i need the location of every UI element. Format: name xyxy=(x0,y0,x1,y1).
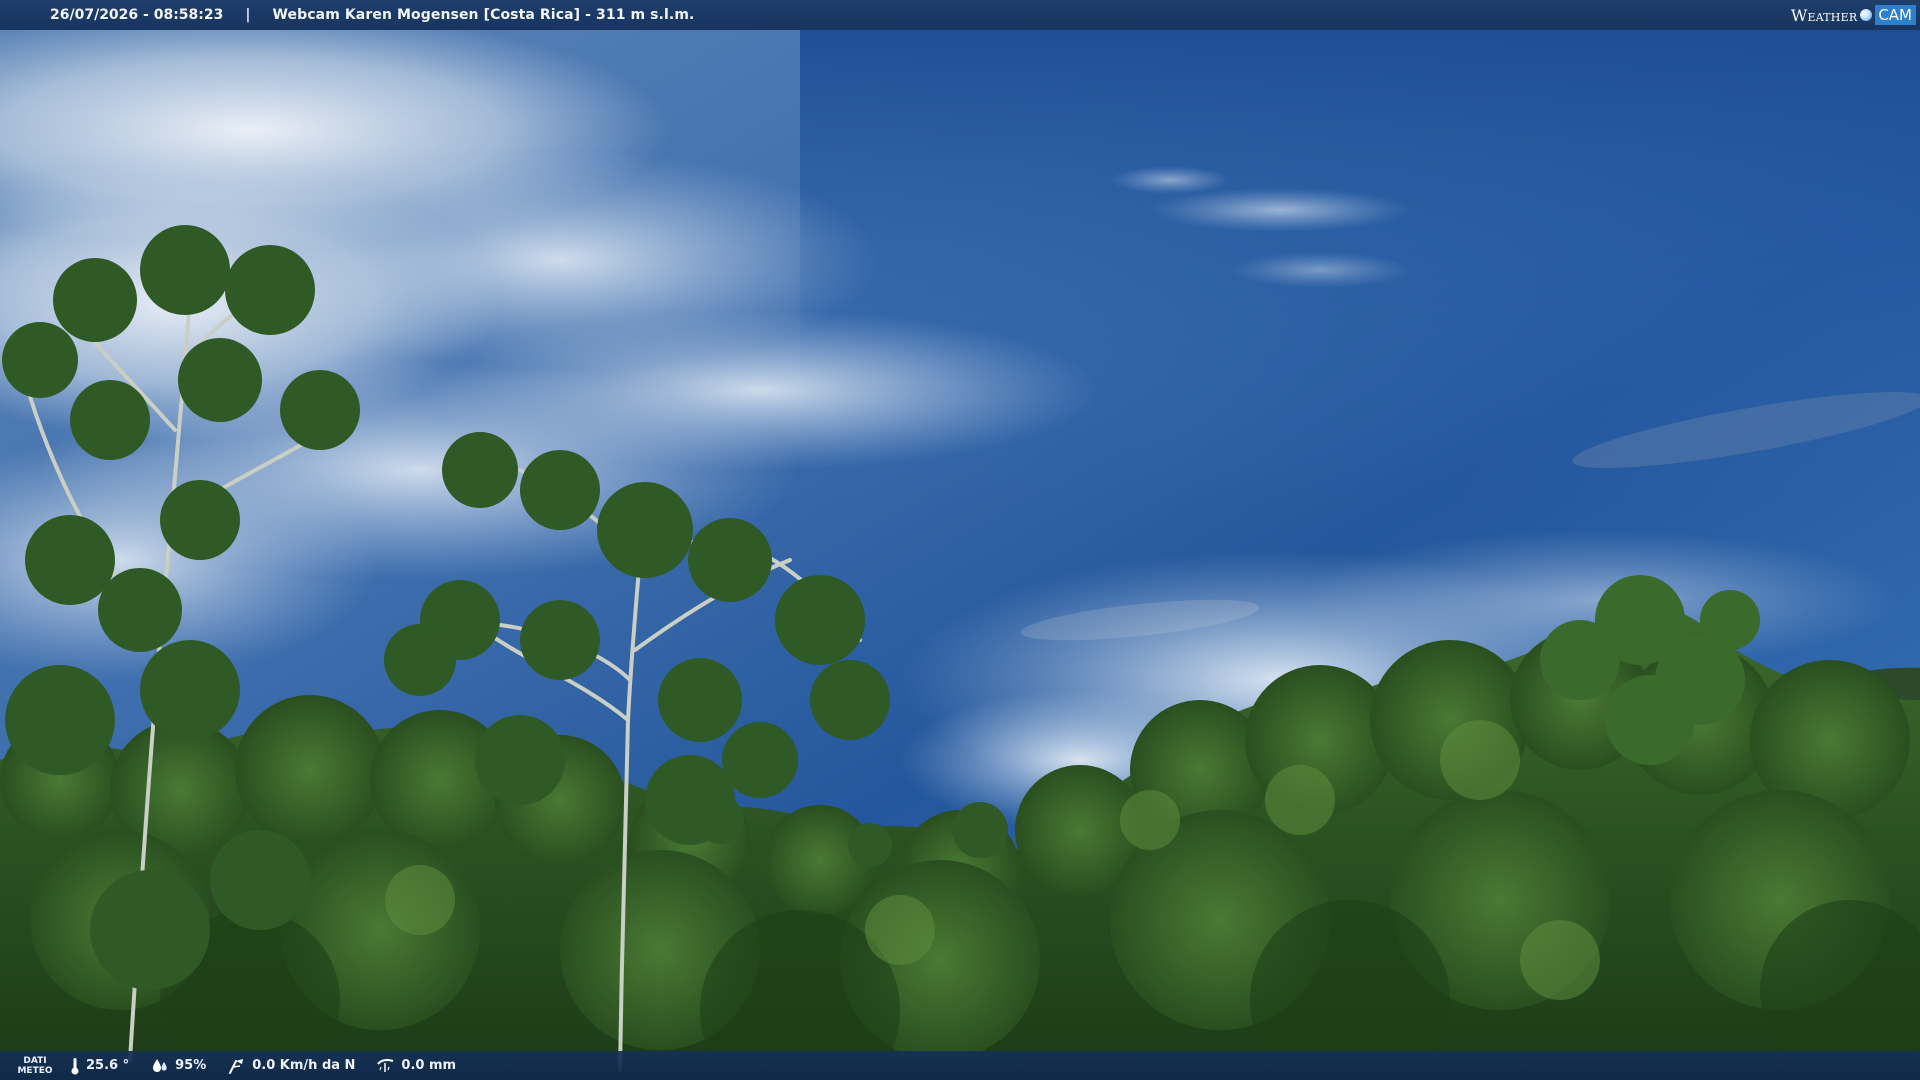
rain-reading: 0.0 mm xyxy=(377,1058,456,1074)
wind-icon xyxy=(229,1058,244,1074)
rain-gauge-icon xyxy=(377,1058,394,1072)
logo-weather-text: Weather xyxy=(1790,5,1858,25)
webcam-image xyxy=(0,0,1920,1080)
humidity-reading: 95% xyxy=(151,1058,206,1074)
humidity-value: 95% xyxy=(175,1058,207,1073)
wind-reading: 0.0 Km/h da N xyxy=(228,1058,355,1074)
logo-globe-icon xyxy=(1860,9,1873,21)
webcam-title: Webcam Karen Mogensen [Costa Rica] - 311… xyxy=(272,7,695,23)
separator: | xyxy=(245,7,251,23)
weathercam-logo: Weather CAM xyxy=(1791,3,1916,27)
logo-cam-text: CAM xyxy=(1875,5,1916,25)
humidity-drops-icon xyxy=(153,1058,167,1072)
rain-value: 0.0 mm xyxy=(401,1058,457,1073)
weather-data-label-line1: DATI xyxy=(23,1055,47,1066)
temperature-reading: 25.6 ° xyxy=(70,1057,129,1075)
datetime-label: 26/07/2026 - 08:58:23 xyxy=(50,7,224,23)
wind-value: 0.0 Km/h da N xyxy=(252,1058,356,1073)
weather-data-label-line2: METEO xyxy=(17,1065,53,1076)
weather-data-label: DATI METEO xyxy=(0,1056,70,1076)
top-info-bar: 26/07/2026 - 08:58:23 | Webcam Karen Mog… xyxy=(0,0,1920,30)
thermometer-icon xyxy=(71,1057,79,1074)
temperature-value: 25.6 ° xyxy=(86,1058,130,1073)
weather-data-bar: DATI METEO 25.6 ° 95% 0.0 Km/h da N 0.0 … xyxy=(0,1051,1920,1080)
